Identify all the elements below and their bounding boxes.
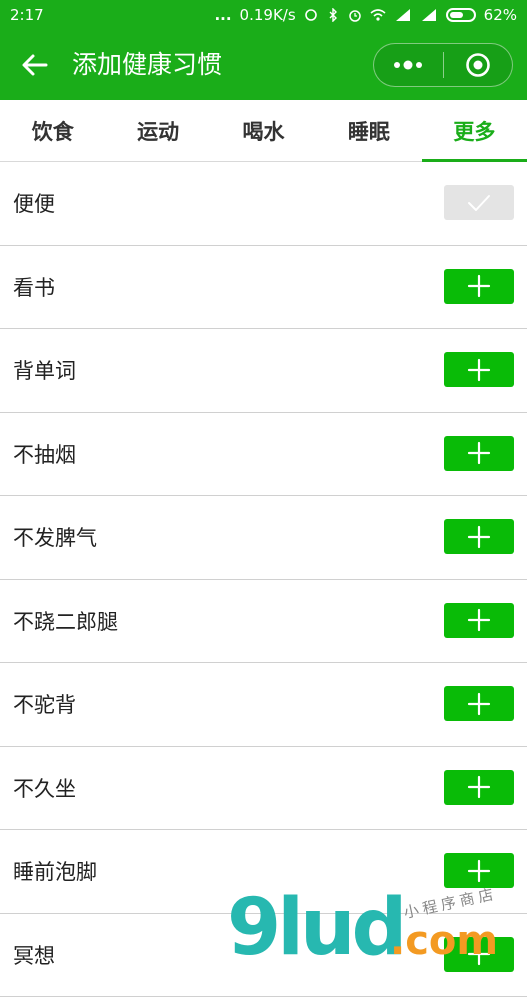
habit-row: 睡前泡脚	[0, 830, 527, 914]
page-title: 添加健康习惯	[72, 49, 222, 81]
wifi-icon	[370, 8, 386, 22]
status-bar: 2:17 ... 0.19K/s 62%	[0, 0, 527, 30]
habit-row: 不跷二郎腿	[0, 580, 527, 664]
plus-icon	[467, 441, 491, 465]
tab-exercise[interactable]: 运动	[105, 100, 210, 161]
status-dots: ...	[214, 6, 231, 24]
habit-label: 睡前泡脚	[13, 856, 97, 886]
mini-program-capsule	[373, 43, 513, 87]
close-button[interactable]	[444, 44, 513, 86]
add-habit-button[interactable]	[444, 352, 514, 387]
bluetooth-icon	[326, 8, 340, 22]
add-habit-button[interactable]	[444, 436, 514, 471]
habit-row: 冥想	[0, 914, 527, 997]
status-time: 2:17	[10, 6, 44, 24]
alarm-icon	[348, 8, 362, 22]
habit-row: 看书	[0, 246, 527, 330]
plus-icon	[467, 859, 491, 883]
habit-row: 不驼背	[0, 663, 527, 747]
tab-more[interactable]: 更多	[422, 100, 527, 161]
status-icons: ... 0.19K/s 62%	[214, 6, 517, 24]
back-arrow-icon[interactable]	[20, 50, 50, 80]
habit-row: 背单词	[0, 329, 527, 413]
habit-row: 不抽烟	[0, 413, 527, 497]
habit-label: 便便	[13, 188, 55, 218]
plus-icon	[467, 358, 491, 382]
habit-list: 便便 看书 背单词 不抽烟 不发脾气 不跷二郎腿 不驼背 不久坐 睡前泡脚 冥想	[0, 162, 527, 997]
habit-row: 不发脾气	[0, 496, 527, 580]
check-icon	[466, 193, 492, 213]
signal-icon	[394, 8, 412, 22]
more-dots-icon	[391, 59, 425, 71]
habit-label: 背单词	[13, 355, 76, 385]
habit-label: 不驼背	[13, 689, 76, 719]
plus-icon	[467, 942, 491, 966]
tab-water[interactable]: 喝水	[211, 100, 316, 161]
add-habit-button[interactable]	[444, 937, 514, 972]
category-tabs: 饮食 运动 喝水 睡眠 更多	[0, 100, 527, 162]
habit-added-button[interactable]	[444, 185, 514, 220]
add-habit-button[interactable]	[444, 686, 514, 721]
habit-label: 不跷二郎腿	[13, 606, 118, 636]
plus-icon	[467, 274, 491, 298]
add-habit-button[interactable]	[444, 603, 514, 638]
tab-sleep[interactable]: 睡眠	[316, 100, 421, 161]
habit-label: 看书	[13, 272, 55, 302]
habit-label: 不抽烟	[13, 439, 76, 469]
nav-bar: 添加健康习惯	[0, 30, 527, 100]
habit-label: 冥想	[13, 940, 55, 970]
more-button[interactable]	[374, 44, 443, 86]
signal-icon-2	[420, 8, 438, 22]
habit-label: 不久坐	[13, 773, 76, 803]
plus-icon	[467, 775, 491, 799]
sync-icon	[304, 8, 318, 22]
plus-icon	[467, 525, 491, 549]
add-habit-button[interactable]	[444, 853, 514, 888]
habit-row: 便便	[0, 162, 527, 246]
tab-diet[interactable]: 饮食	[0, 100, 105, 161]
add-habit-button[interactable]	[444, 770, 514, 805]
add-habit-button[interactable]	[444, 269, 514, 304]
network-speed: 0.19K/s	[240, 6, 296, 24]
add-habit-button[interactable]	[444, 519, 514, 554]
habit-row: 不久坐	[0, 747, 527, 831]
plus-icon	[467, 692, 491, 716]
habit-label: 不发脾气	[13, 522, 97, 552]
battery-fill	[450, 12, 464, 18]
close-target-icon	[465, 52, 491, 78]
battery-percent: 62%	[484, 6, 517, 24]
battery-icon	[446, 8, 476, 22]
plus-icon	[467, 608, 491, 632]
